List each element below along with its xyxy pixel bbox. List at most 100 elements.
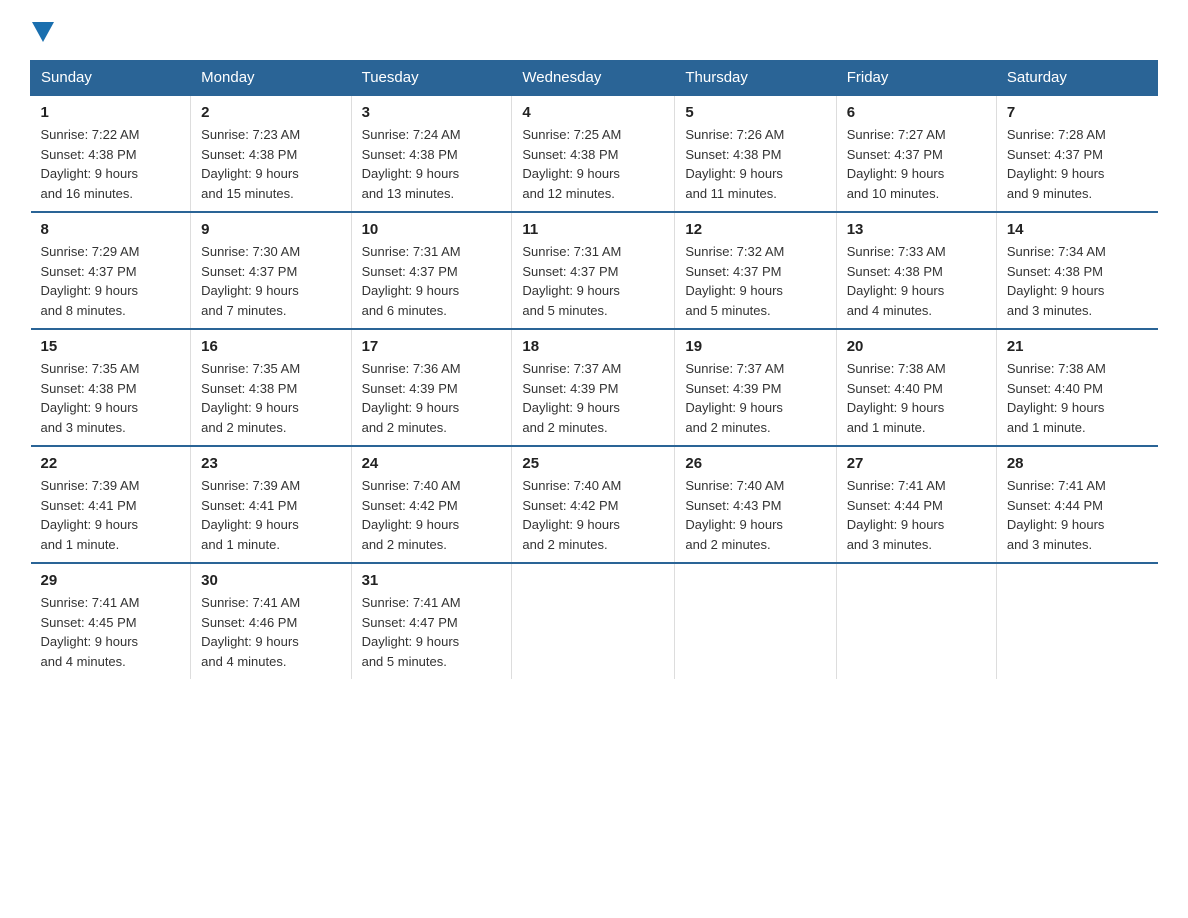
header-monday: Monday (191, 61, 351, 96)
calendar-cell: 21 Sunrise: 7:38 AM Sunset: 4:40 PM Dayl… (996, 329, 1157, 446)
day-number: 9 (201, 221, 340, 238)
day-number: 25 (522, 455, 664, 472)
day-info: Sunrise: 7:24 AM Sunset: 4:38 PM Dayligh… (362, 125, 502, 203)
day-info: Sunrise: 7:39 AM Sunset: 4:41 PM Dayligh… (41, 476, 181, 554)
calendar-cell: 31 Sunrise: 7:41 AM Sunset: 4:47 PM Dayl… (351, 563, 512, 679)
day-info: Sunrise: 7:37 AM Sunset: 4:39 PM Dayligh… (522, 359, 664, 437)
header-tuesday: Tuesday (351, 61, 512, 96)
calendar-week-row: 1 Sunrise: 7:22 AM Sunset: 4:38 PM Dayli… (31, 95, 1158, 212)
day-number: 19 (685, 338, 825, 355)
day-info: Sunrise: 7:39 AM Sunset: 4:41 PM Dayligh… (201, 476, 340, 554)
calendar-cell: 16 Sunrise: 7:35 AM Sunset: 4:38 PM Dayl… (191, 329, 351, 446)
header-friday: Friday (836, 61, 996, 96)
calendar-week-row: 22 Sunrise: 7:39 AM Sunset: 4:41 PM Dayl… (31, 446, 1158, 563)
calendar-cell: 10 Sunrise: 7:31 AM Sunset: 4:37 PM Dayl… (351, 212, 512, 329)
calendar-cell: 12 Sunrise: 7:32 AM Sunset: 4:37 PM Dayl… (675, 212, 836, 329)
calendar-cell (675, 563, 836, 679)
day-info: Sunrise: 7:40 AM Sunset: 4:42 PM Dayligh… (522, 476, 664, 554)
header-thursday: Thursday (675, 61, 836, 96)
day-info: Sunrise: 7:28 AM Sunset: 4:37 PM Dayligh… (1007, 125, 1148, 203)
day-info: Sunrise: 7:35 AM Sunset: 4:38 PM Dayligh… (201, 359, 340, 437)
day-info: Sunrise: 7:30 AM Sunset: 4:37 PM Dayligh… (201, 242, 340, 320)
header-wednesday: Wednesday (512, 61, 675, 96)
calendar-week-row: 15 Sunrise: 7:35 AM Sunset: 4:38 PM Dayl… (31, 329, 1158, 446)
calendar-cell: 17 Sunrise: 7:36 AM Sunset: 4:39 PM Dayl… (351, 329, 512, 446)
day-info: Sunrise: 7:26 AM Sunset: 4:38 PM Dayligh… (685, 125, 825, 203)
day-info: Sunrise: 7:23 AM Sunset: 4:38 PM Dayligh… (201, 125, 340, 203)
day-info: Sunrise: 7:34 AM Sunset: 4:38 PM Dayligh… (1007, 242, 1148, 320)
day-number: 4 (522, 104, 664, 121)
calendar-cell: 3 Sunrise: 7:24 AM Sunset: 4:38 PM Dayli… (351, 95, 512, 212)
day-number: 10 (362, 221, 502, 238)
day-number: 11 (522, 221, 664, 238)
calendar-cell: 6 Sunrise: 7:27 AM Sunset: 4:37 PM Dayli… (836, 95, 996, 212)
day-number: 26 (685, 455, 825, 472)
day-number: 15 (41, 338, 181, 355)
header-sunday: Sunday (31, 61, 191, 96)
day-info: Sunrise: 7:36 AM Sunset: 4:39 PM Dayligh… (362, 359, 502, 437)
day-number: 28 (1007, 455, 1148, 472)
day-info: Sunrise: 7:38 AM Sunset: 4:40 PM Dayligh… (1007, 359, 1148, 437)
day-info: Sunrise: 7:41 AM Sunset: 4:45 PM Dayligh… (41, 593, 181, 671)
day-number: 24 (362, 455, 502, 472)
day-number: 27 (847, 455, 986, 472)
calendar-cell (512, 563, 675, 679)
day-number: 23 (201, 455, 340, 472)
calendar-cell: 4 Sunrise: 7:25 AM Sunset: 4:38 PM Dayli… (512, 95, 675, 212)
calendar-cell (996, 563, 1157, 679)
calendar-cell: 11 Sunrise: 7:31 AM Sunset: 4:37 PM Dayl… (512, 212, 675, 329)
calendar-cell: 20 Sunrise: 7:38 AM Sunset: 4:40 PM Dayl… (836, 329, 996, 446)
logo-arrow-icon (32, 22, 54, 42)
calendar-cell: 7 Sunrise: 7:28 AM Sunset: 4:37 PM Dayli… (996, 95, 1157, 212)
day-info: Sunrise: 7:41 AM Sunset: 4:47 PM Dayligh… (362, 593, 502, 671)
calendar-cell: 27 Sunrise: 7:41 AM Sunset: 4:44 PM Dayl… (836, 446, 996, 563)
day-number: 29 (41, 572, 181, 589)
calendar-cell: 30 Sunrise: 7:41 AM Sunset: 4:46 PM Dayl… (191, 563, 351, 679)
calendar-cell: 26 Sunrise: 7:40 AM Sunset: 4:43 PM Dayl… (675, 446, 836, 563)
day-number: 22 (41, 455, 181, 472)
day-number: 20 (847, 338, 986, 355)
calendar-cell: 9 Sunrise: 7:30 AM Sunset: 4:37 PM Dayli… (191, 212, 351, 329)
day-info: Sunrise: 7:37 AM Sunset: 4:39 PM Dayligh… (685, 359, 825, 437)
day-number: 5 (685, 104, 825, 121)
day-info: Sunrise: 7:41 AM Sunset: 4:44 PM Dayligh… (847, 476, 986, 554)
page-header (30, 20, 1158, 42)
day-info: Sunrise: 7:38 AM Sunset: 4:40 PM Dayligh… (847, 359, 986, 437)
day-info: Sunrise: 7:31 AM Sunset: 4:37 PM Dayligh… (522, 242, 664, 320)
calendar-cell: 18 Sunrise: 7:37 AM Sunset: 4:39 PM Dayl… (512, 329, 675, 446)
day-number: 18 (522, 338, 664, 355)
calendar-cell: 24 Sunrise: 7:40 AM Sunset: 4:42 PM Dayl… (351, 446, 512, 563)
day-info: Sunrise: 7:27 AM Sunset: 4:37 PM Dayligh… (847, 125, 986, 203)
day-number: 8 (41, 221, 181, 238)
calendar-cell: 14 Sunrise: 7:34 AM Sunset: 4:38 PM Dayl… (996, 212, 1157, 329)
day-info: Sunrise: 7:25 AM Sunset: 4:38 PM Dayligh… (522, 125, 664, 203)
day-number: 6 (847, 104, 986, 121)
calendar-cell: 13 Sunrise: 7:33 AM Sunset: 4:38 PM Dayl… (836, 212, 996, 329)
day-number: 16 (201, 338, 340, 355)
calendar-cell: 8 Sunrise: 7:29 AM Sunset: 4:37 PM Dayli… (31, 212, 191, 329)
day-info: Sunrise: 7:29 AM Sunset: 4:37 PM Dayligh… (41, 242, 181, 320)
day-info: Sunrise: 7:41 AM Sunset: 4:44 PM Dayligh… (1007, 476, 1148, 554)
calendar-cell: 22 Sunrise: 7:39 AM Sunset: 4:41 PM Dayl… (31, 446, 191, 563)
calendar-cell (836, 563, 996, 679)
day-number: 31 (362, 572, 502, 589)
calendar-cell: 5 Sunrise: 7:26 AM Sunset: 4:38 PM Dayli… (675, 95, 836, 212)
day-info: Sunrise: 7:22 AM Sunset: 4:38 PM Dayligh… (41, 125, 181, 203)
calendar-cell: 2 Sunrise: 7:23 AM Sunset: 4:38 PM Dayli… (191, 95, 351, 212)
day-info: Sunrise: 7:41 AM Sunset: 4:46 PM Dayligh… (201, 593, 340, 671)
calendar-table: SundayMondayTuesdayWednesdayThursdayFrid… (30, 60, 1158, 679)
day-number: 2 (201, 104, 340, 121)
day-number: 14 (1007, 221, 1148, 238)
calendar-week-row: 29 Sunrise: 7:41 AM Sunset: 4:45 PM Dayl… (31, 563, 1158, 679)
calendar-cell: 19 Sunrise: 7:37 AM Sunset: 4:39 PM Dayl… (675, 329, 836, 446)
day-number: 17 (362, 338, 502, 355)
day-info: Sunrise: 7:33 AM Sunset: 4:38 PM Dayligh… (847, 242, 986, 320)
header-saturday: Saturday (996, 61, 1157, 96)
day-info: Sunrise: 7:32 AM Sunset: 4:37 PM Dayligh… (685, 242, 825, 320)
calendar-cell: 1 Sunrise: 7:22 AM Sunset: 4:38 PM Dayli… (31, 95, 191, 212)
day-number: 30 (201, 572, 340, 589)
calendar-cell: 23 Sunrise: 7:39 AM Sunset: 4:41 PM Dayl… (191, 446, 351, 563)
day-info: Sunrise: 7:40 AM Sunset: 4:42 PM Dayligh… (362, 476, 502, 554)
logo (30, 20, 54, 42)
calendar-cell: 28 Sunrise: 7:41 AM Sunset: 4:44 PM Dayl… (996, 446, 1157, 563)
